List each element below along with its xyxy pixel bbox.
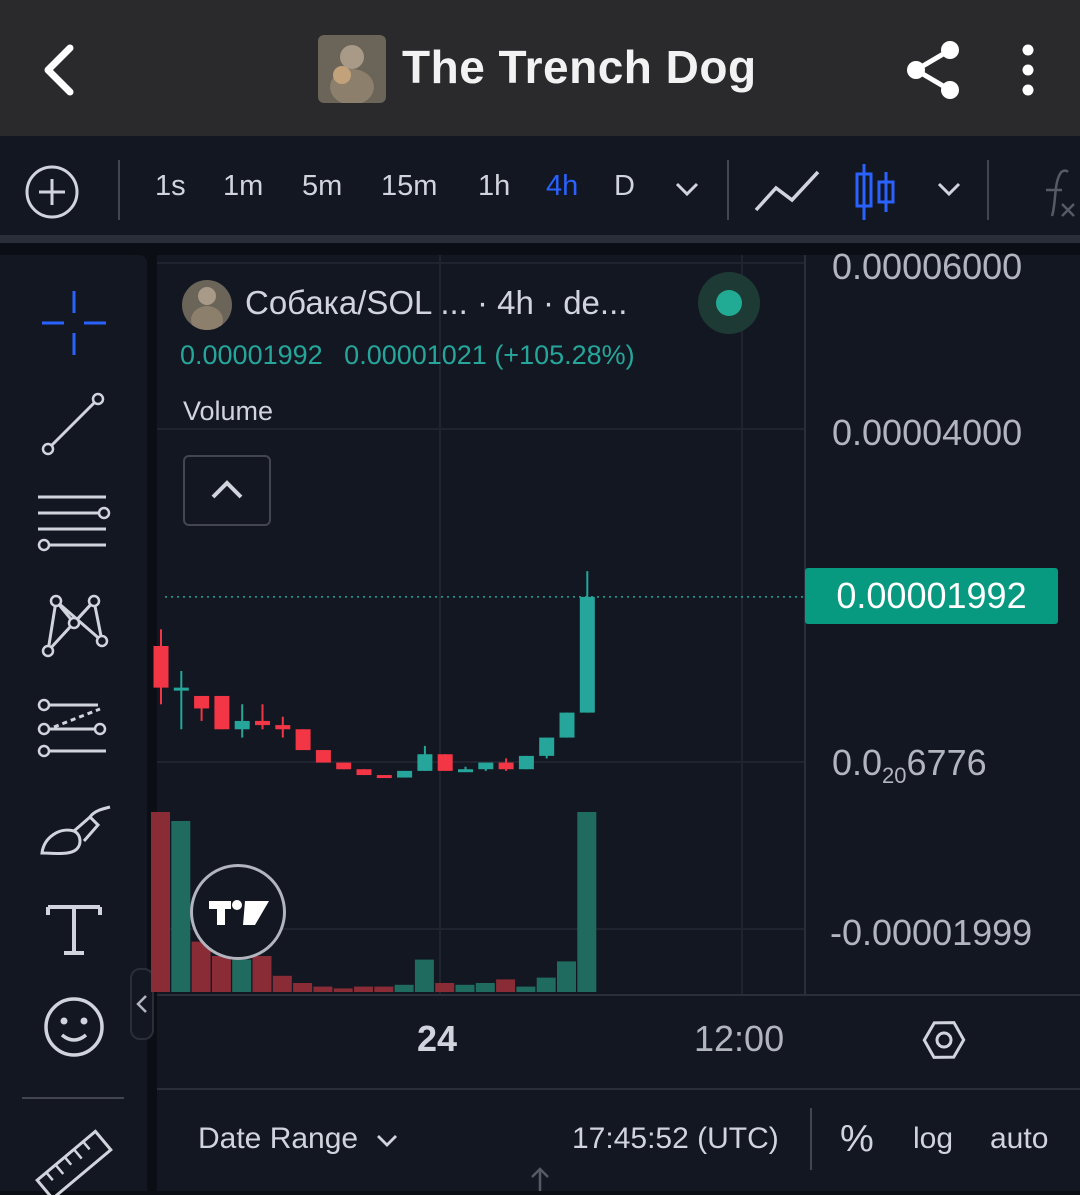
indicators-fx-icon[interactable]	[1032, 164, 1080, 224]
chart-settings-icon[interactable]	[920, 1016, 968, 1064]
trend-line-icon[interactable]	[34, 385, 114, 465]
timeframe-1m[interactable]: 1m	[223, 170, 263, 203]
ruler-icon[interactable]	[34, 1115, 114, 1195]
timeframe-15m[interactable]: 15m	[381, 170, 437, 203]
arrow-up-icon[interactable]	[526, 1163, 554, 1191]
line-chart-icon[interactable]	[752, 166, 822, 216]
prediction-icon[interactable]	[34, 689, 114, 769]
tradingview-logo[interactable]	[190, 864, 286, 960]
chevron-down-icon[interactable]	[934, 174, 964, 204]
toolbar-divider	[987, 160, 989, 220]
percent-scale-button[interactable]: %	[840, 1118, 874, 1161]
share-icon[interactable]	[902, 38, 966, 102]
brush-icon[interactable]	[34, 797, 114, 877]
current-price-tag: 0.00001992	[805, 568, 1058, 624]
price-axis-label: 0.00004000	[832, 412, 1023, 453]
fib-retracement-icon[interactable]	[34, 487, 114, 567]
symbol-avatar	[182, 280, 232, 330]
auto-scale-button[interactable]: auto	[990, 1122, 1048, 1156]
time-axis-label: 24	[417, 1018, 458, 1059]
last-price: 0.00001992	[180, 340, 323, 370]
toolbar-divider	[22, 1097, 124, 1099]
emoji-icon[interactable]	[34, 987, 114, 1067]
price-change: 0.00001021 (+105.28%)	[344, 340, 635, 370]
chevron-left-icon[interactable]	[34, 40, 94, 100]
log-scale-button[interactable]: log	[913, 1122, 953, 1156]
price-axis-label: -0.00001999	[830, 912, 1033, 953]
timeframe-1h[interactable]: 1h	[478, 170, 510, 203]
timeframe-4h[interactable]: 4h	[546, 170, 578, 203]
volume-label[interactable]: Volume	[183, 396, 273, 427]
plus-circle-icon[interactable]	[24, 164, 80, 220]
chevron-left-icon	[136, 995, 147, 1013]
price-axis-label: 0.00006000	[832, 246, 1023, 287]
bottom-divider	[810, 1108, 812, 1170]
candlestick-icon[interactable]	[850, 162, 900, 222]
pattern-icon[interactable]	[34, 587, 114, 667]
timeframe-5m[interactable]: 5m	[302, 170, 342, 203]
collapse-toolbar-button[interactable]	[130, 968, 154, 1040]
more-vertical-icon[interactable]	[1008, 40, 1048, 100]
live-status-indicator[interactable]	[698, 272, 760, 334]
price-change-legend: 0.00001992 0.00001021 (+105.28%)	[180, 340, 649, 371]
chevron-up-icon	[211, 480, 243, 499]
crosshair-icon[interactable]	[34, 283, 114, 363]
page-title: The Trench Dog	[402, 41, 757, 93]
price-axis-label: 0.0206776	[832, 742, 987, 788]
app-header: The Trench Dog	[0, 0, 1080, 136]
symbol-title[interactable]: Собака/SOL ... · 4h · de...	[245, 284, 627, 322]
toolbar-divider	[727, 160, 729, 220]
drawing-toolbar	[0, 255, 147, 1195]
chevron-down-icon[interactable]	[374, 1128, 400, 1154]
timeframe-1s[interactable]: 1s	[155, 170, 186, 203]
text-icon[interactable]	[34, 891, 114, 971]
utc-clock[interactable]: 17:45:52 (UTC)	[572, 1122, 779, 1156]
chevron-down-icon[interactable]	[672, 174, 702, 204]
collapse-legend-button[interactable]	[183, 455, 271, 526]
chart-toolbar: 1s 1m 5m 15m 1h 4h D	[0, 136, 1080, 243]
token-avatar	[318, 35, 386, 103]
time-axis-label: 12:00	[694, 1018, 785, 1059]
toolbar-divider	[118, 160, 120, 220]
timeframe-D[interactable]: D	[614, 170, 635, 203]
date-range-button[interactable]: Date Range	[198, 1122, 358, 1156]
